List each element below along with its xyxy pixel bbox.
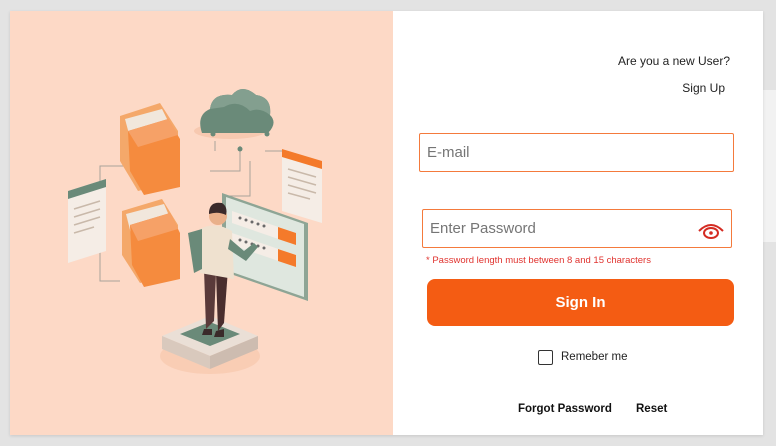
sign-up-link[interactable]: Sign Up bbox=[682, 81, 725, 95]
email-field[interactable] bbox=[419, 133, 734, 172]
reset-link[interactable]: Reset bbox=[636, 403, 667, 415]
remember-me-checkbox[interactable] bbox=[538, 349, 553, 365]
remember-me-label: Remeber me bbox=[561, 351, 628, 363]
sign-in-button[interactable]: Sign In bbox=[427, 279, 734, 326]
password-field-container bbox=[422, 209, 732, 248]
eye-icon[interactable] bbox=[697, 220, 725, 240]
login-card: Are you a new User? Sign Up * Password l… bbox=[10, 11, 763, 435]
password-field[interactable] bbox=[423, 210, 700, 247]
background-edge bbox=[763, 90, 776, 242]
illustration-panel bbox=[10, 11, 393, 435]
password-hint: * Password length must between 8 and 15 … bbox=[426, 255, 651, 266]
login-form-panel: Are you a new User? Sign Up * Password l… bbox=[393, 11, 763, 435]
forgot-password-link[interactable]: Forgot Password bbox=[518, 403, 612, 415]
new-user-prompt: Are you a new User? bbox=[617, 54, 730, 68]
cloud-storage-illustration bbox=[68, 89, 322, 374]
remember-me-row: Remeber me bbox=[538, 349, 627, 365]
